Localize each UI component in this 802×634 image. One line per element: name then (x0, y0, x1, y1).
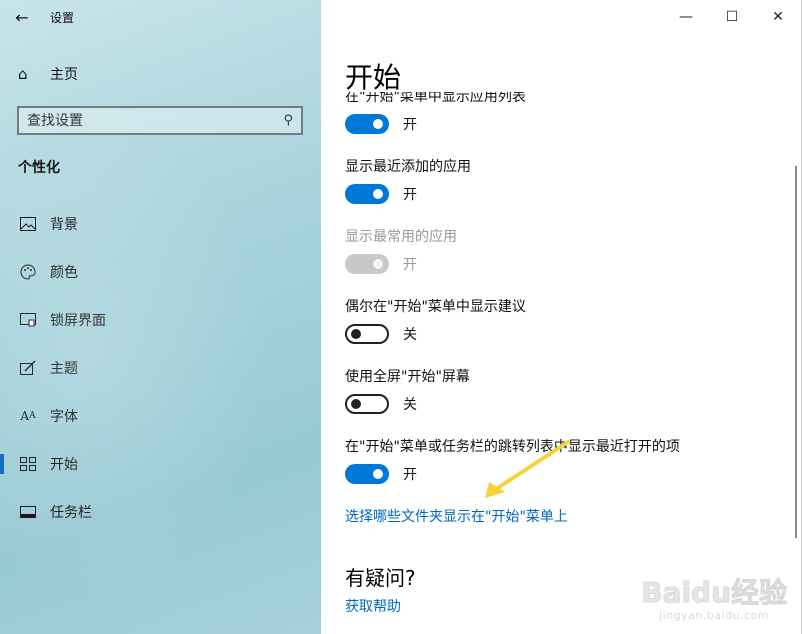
sidebar-item-label: 锁屏界面 (50, 313, 106, 329)
toggle-knob (351, 399, 361, 409)
help-section-title: 有疑问? (345, 566, 416, 590)
toggle-row: 开 (345, 254, 457, 274)
section-title: 个性化 (18, 160, 60, 176)
setting-fullscreen-start: 使用全屏"开始"屏幕 关 (345, 366, 470, 414)
toggle-knob (373, 259, 383, 269)
sidebar: ← 设置 ⌂ 主页 ⚲ 个性化 背景 颜色 锁屏界面 (0, 0, 321, 634)
close-button[interactable]: ✕ (755, 0, 801, 34)
toggle-row: 开 (345, 184, 471, 204)
active-indicator (0, 454, 4, 474)
sidebar-item-label: 任务栏 (50, 505, 92, 521)
image-icon (18, 214, 38, 234)
scrollbar[interactable] (795, 166, 797, 538)
sidebar-item-fonts[interactable]: AA 字体 (0, 392, 321, 440)
toggle-state: 开 (403, 467, 417, 483)
theme-icon (18, 358, 38, 378)
toggle-knob (373, 469, 383, 479)
toggle-state: 开 (403, 187, 417, 203)
setting-label: 在"开始"菜单中显示应用列表 (345, 92, 526, 105)
setting-label: 使用全屏"开始"屏幕 (345, 369, 470, 385)
maximize-button[interactable]: ☐ (709, 0, 755, 34)
lock-screen-icon (18, 310, 38, 330)
toggle-switch[interactable] (345, 114, 389, 134)
choose-folders-link[interactable]: 选择哪些文件夹显示在"开始"菜单上 (345, 506, 568, 526)
palette-icon (18, 262, 38, 282)
toggle-switch[interactable] (345, 464, 389, 484)
search-icon[interactable]: ⚲ (283, 113, 293, 128)
minimize-button[interactable]: — (663, 0, 709, 34)
watermark-url: jingyan.baidu.com (659, 609, 770, 622)
toggle-knob (373, 189, 383, 199)
sidebar-item-lock-screen[interactable]: 锁屏界面 (0, 296, 321, 344)
toggle-row: 关 (345, 394, 470, 414)
toggle-switch (345, 254, 389, 274)
app-title: 设置 (50, 10, 75, 25)
sidebar-item-label: 开始 (50, 457, 78, 473)
toggle-row: 开 (345, 114, 526, 134)
setting-most-used: 显示最常用的应用 开 (345, 226, 457, 274)
sidebar-item-taskbar[interactable]: 任务栏 (0, 488, 321, 536)
sidebar-item-label: 背景 (50, 217, 78, 233)
title-bar: ← 设置 (0, 0, 321, 34)
sidebar-item-label: 主页 (50, 67, 78, 83)
sidebar-item-background[interactable]: 背景 (0, 200, 321, 248)
back-button[interactable]: ← (0, 0, 44, 34)
sidebar-item-colors[interactable]: 颜色 (0, 248, 321, 296)
home-icon: ⌂ (18, 65, 28, 83)
watermark-logo: Baidu经验 (641, 576, 788, 610)
setting-label: 显示最近添加的应用 (345, 159, 471, 175)
setting-label: 显示最常用的应用 (345, 229, 457, 245)
setting-suggestions: 偶尔在"开始"菜单中显示建议 关 (345, 296, 526, 344)
taskbar-icon (18, 502, 38, 522)
setting-show-app-list: 在"开始"菜单中显示应用列表 开 (345, 92, 526, 134)
page-title: 开始 (345, 61, 402, 94)
sidebar-item-label: 字体 (50, 409, 78, 425)
sidebar-item-label: 主题 (50, 361, 78, 377)
toggle-state: 开 (403, 257, 417, 273)
toggle-state: 开 (403, 117, 417, 133)
toggle-row: 开 (345, 464, 680, 484)
sidebar-item-home[interactable]: ⌂ 主页 (18, 62, 78, 86)
sidebar-item-start[interactable]: 开始 (0, 440, 321, 488)
start-icon (18, 454, 38, 474)
toggle-state: 关 (403, 397, 417, 413)
toggle-knob (351, 329, 361, 339)
watermark: Baidu经验 jingyan.baidu.com (641, 571, 788, 623)
toggle-switch[interactable] (345, 394, 389, 414)
toggle-knob (373, 119, 383, 129)
settings-scroll-area: 在"开始"菜单中显示应用列表 开 显示最近添加的应用 开 显示最常用的应用 开 … (321, 92, 791, 634)
toggle-switch[interactable] (345, 184, 389, 204)
toggle-row: 关 (345, 324, 526, 344)
get-help-link[interactable]: 获取帮助 (345, 596, 401, 616)
window-controls: — ☐ ✕ (663, 0, 801, 34)
setting-label: 在"开始"菜单或任务栏的跳转列表中显示最近打开的项 (345, 439, 680, 455)
setting-recent-items-jumplist: 在"开始"菜单或任务栏的跳转列表中显示最近打开的项 开 (345, 436, 680, 484)
search-box[interactable]: ⚲ (17, 106, 303, 135)
content-pane: — ☐ ✕ 开始 在"开始"菜单中显示应用列表 开 显示最近添加的应用 开 显示… (321, 0, 802, 634)
back-arrow-icon: ← (15, 7, 29, 27)
sidebar-item-label: 颜色 (50, 265, 78, 281)
toggle-switch[interactable] (345, 324, 389, 344)
search-input[interactable] (27, 112, 284, 129)
setting-recently-added: 显示最近添加的应用 开 (345, 156, 471, 204)
sidebar-item-themes[interactable]: 主题 (0, 344, 321, 392)
setting-label: 偶尔在"开始"菜单中显示建议 (345, 299, 526, 315)
sidebar-nav: 背景 颜色 锁屏界面 主题 AA 字体 开始 任务栏 (0, 200, 321, 536)
toggle-state: 关 (403, 327, 417, 343)
font-icon: AA (20, 409, 36, 423)
